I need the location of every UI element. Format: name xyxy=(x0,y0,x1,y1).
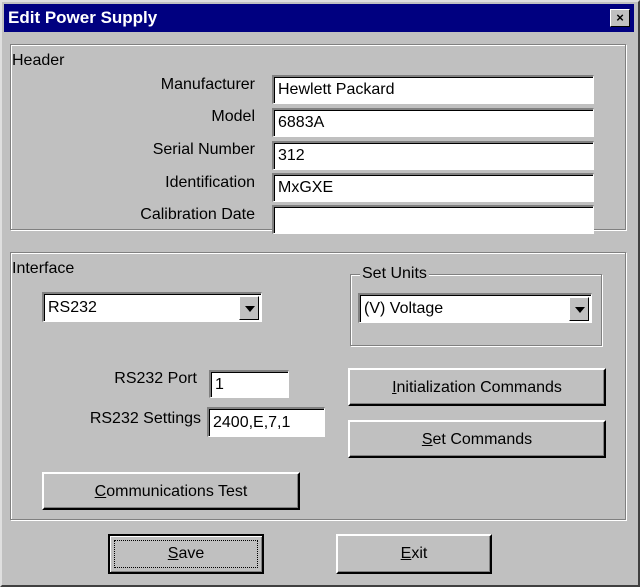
rs232-port-label: RS232 Port xyxy=(114,370,197,387)
communications-test-button[interactable]: Communications Test xyxy=(42,472,300,510)
chevron-down-icon xyxy=(245,306,255,312)
rs232-settings-label: RS232 Settings xyxy=(89,410,201,427)
focus-rectangle xyxy=(114,540,258,568)
interface-combo[interactable]: RS232 xyxy=(42,292,262,322)
identification-label: Identification xyxy=(165,174,255,191)
set-units-dropdown-button[interactable] xyxy=(569,297,589,321)
interface-dropdown-button[interactable] xyxy=(239,296,259,320)
manufacturer-label: Manufacturer xyxy=(160,76,255,93)
set-units-combo[interactable]: (V) Voltage xyxy=(358,293,592,323)
edit-power-supply-dialog: Edit Power Supply × Header Manufacturer … xyxy=(0,0,640,587)
save-button[interactable]: Save xyxy=(108,534,264,574)
model-field[interactable]: 6883A xyxy=(272,108,594,137)
set-units-selected-value: (V) Voltage xyxy=(364,300,444,317)
model-label: Model xyxy=(211,108,255,125)
calibration-date-label: Calibration Date xyxy=(140,206,255,223)
title-bar[interactable]: Edit Power Supply × xyxy=(4,4,634,32)
rs232-port-field[interactable]: 1 xyxy=(209,370,289,398)
set-units-group-label: Set Units xyxy=(360,265,429,283)
exit-button[interactable]: Exit xyxy=(336,534,492,574)
calibration-date-field[interactable] xyxy=(272,205,594,234)
manufacturer-field[interactable]: Hewlett Packard xyxy=(272,75,594,104)
set-commands-button[interactable]: Set Commands xyxy=(348,420,606,458)
identification-field[interactable]: MxGXE xyxy=(272,173,594,202)
close-button[interactable]: × xyxy=(610,9,630,27)
close-icon: × xyxy=(616,10,624,25)
interface-selected-value: RS232 xyxy=(48,299,97,316)
rs232-settings-field[interactable]: 2400,E,7,1 xyxy=(207,407,325,437)
window-title: Edit Power Supply xyxy=(8,8,158,27)
serial-number-label: Serial Number xyxy=(152,141,255,158)
header-group-label: Header xyxy=(12,52,65,69)
header-group xyxy=(10,44,626,230)
serial-number-field[interactable]: 312 xyxy=(272,141,594,170)
chevron-down-icon xyxy=(575,307,585,313)
initialization-commands-button[interactable]: Initialization Commands xyxy=(348,368,606,406)
interface-group-label: Interface xyxy=(12,260,75,277)
